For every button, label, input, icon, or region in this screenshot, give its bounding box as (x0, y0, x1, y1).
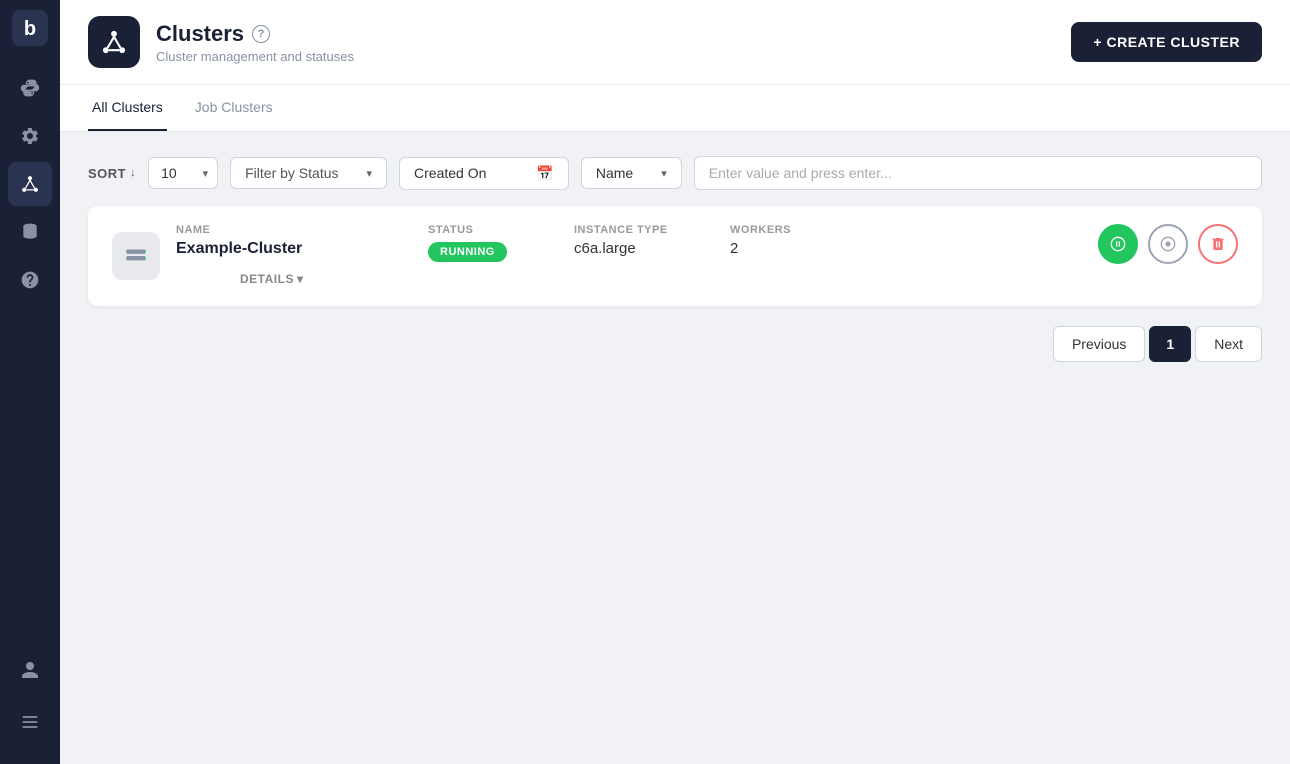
cluster-name: Example-Cluster (176, 240, 412, 258)
cluster-start-button[interactable] (1098, 224, 1138, 264)
sidebar-item-settings[interactable] (8, 114, 52, 158)
cluster-workers-value: 2 (730, 240, 830, 257)
page-1-button[interactable]: 1 (1149, 326, 1191, 362)
col-name-label: NAME (176, 224, 412, 236)
svg-text:b: b (24, 18, 36, 40)
filter-date-dropdown[interactable]: Created On 📅 (399, 157, 569, 190)
per-page-select-wrap: 10 25 50 100 ▾ (148, 157, 218, 189)
page-subtitle: Cluster management and statuses (156, 49, 354, 64)
filter-name-dropdown[interactable]: Name ▾ (581, 157, 682, 189)
sidebar-item-database[interactable] (8, 210, 52, 254)
page-header: Clusters ? Cluster management and status… (60, 0, 1290, 85)
previous-button[interactable]: Previous (1053, 326, 1145, 362)
page-content: SORT ↓ 10 25 50 100 ▾ Filter by Status ▾… (60, 132, 1290, 764)
filters-bar: SORT ↓ 10 25 50 100 ▾ Filter by Status ▾… (88, 156, 1262, 190)
search-input[interactable] (709, 165, 1247, 181)
tab-job-clusters[interactable]: Job Clusters (191, 85, 277, 131)
cluster-instance-value: c6a.large (574, 240, 714, 257)
filter-search-wrap (694, 156, 1262, 190)
sidebar: b (0, 0, 60, 764)
help-circle-icon[interactable]: ? (252, 25, 270, 43)
cluster-row-bottom: DETAILS ▾ (240, 264, 1238, 288)
sidebar-item-python[interactable] (8, 66, 52, 110)
clusters-header-icon (88, 16, 140, 68)
tab-all-clusters[interactable]: All Clusters (88, 85, 167, 131)
sidebar-bottom (8, 648, 52, 744)
col-instance-label: INSTANCE TYPE (574, 224, 714, 236)
page-title: Clusters ? (156, 21, 354, 47)
tabs-bar: All Clusters Job Clusters (60, 85, 1290, 132)
sidebar-item-clusters[interactable] (8, 162, 52, 206)
per-page-select[interactable]: 10 25 50 100 (148, 157, 218, 189)
status-badge: RUNNING (428, 242, 507, 262)
sidebar-nav (8, 66, 52, 648)
filter-status-chevron-icon: ▾ (367, 167, 373, 180)
sort-label[interactable]: SORT ↓ (88, 166, 136, 181)
next-button[interactable]: Next (1195, 326, 1262, 362)
cluster-stop-button[interactable] (1148, 224, 1188, 264)
sidebar-item-help[interactable] (8, 258, 52, 302)
sort-arrow-icon: ↓ (130, 167, 136, 179)
cluster-info: NAME Example-Cluster (176, 224, 412, 258)
calendar-icon: 📅 (536, 165, 553, 182)
col-status-label: STATUS (428, 224, 558, 236)
cluster-icon (112, 232, 160, 280)
cluster-details-button[interactable]: DETAILS ▾ (240, 272, 303, 288)
filter-name-chevron-icon: ▾ (661, 167, 667, 180)
table-row: NAME Example-Cluster STATUS RUNNING INST… (88, 206, 1262, 306)
header-left: Clusters ? Cluster management and status… (88, 16, 354, 68)
cluster-workers: WORKERS 2 (730, 224, 830, 257)
filter-status-dropdown[interactable]: Filter by Status ▾ (230, 157, 387, 189)
cluster-row-top: NAME Example-Cluster STATUS RUNNING INST… (176, 224, 1238, 264)
header-text: Clusters ? Cluster management and status… (156, 21, 354, 64)
cluster-actions (1098, 224, 1238, 264)
main-content: Clusters ? Cluster management and status… (60, 0, 1290, 764)
cluster-instance: INSTANCE TYPE c6a.large (574, 224, 714, 257)
cluster-delete-button[interactable] (1198, 224, 1238, 264)
details-chevron-icon: ▾ (297, 272, 304, 286)
sidebar-item-menu[interactable] (8, 700, 52, 744)
sidebar-item-user[interactable] (8, 648, 52, 692)
col-workers-label: WORKERS (730, 224, 830, 236)
create-cluster-button[interactable]: + CREATE CLUSTER (1071, 22, 1262, 62)
app-logo[interactable]: b (12, 10, 48, 46)
clusters-table: NAME Example-Cluster STATUS RUNNING INST… (88, 206, 1262, 306)
pagination: Previous 1 Next (88, 326, 1262, 362)
cluster-details-inner: NAME Example-Cluster STATUS RUNNING INST… (176, 224, 1238, 288)
cluster-status: STATUS RUNNING (428, 224, 558, 262)
